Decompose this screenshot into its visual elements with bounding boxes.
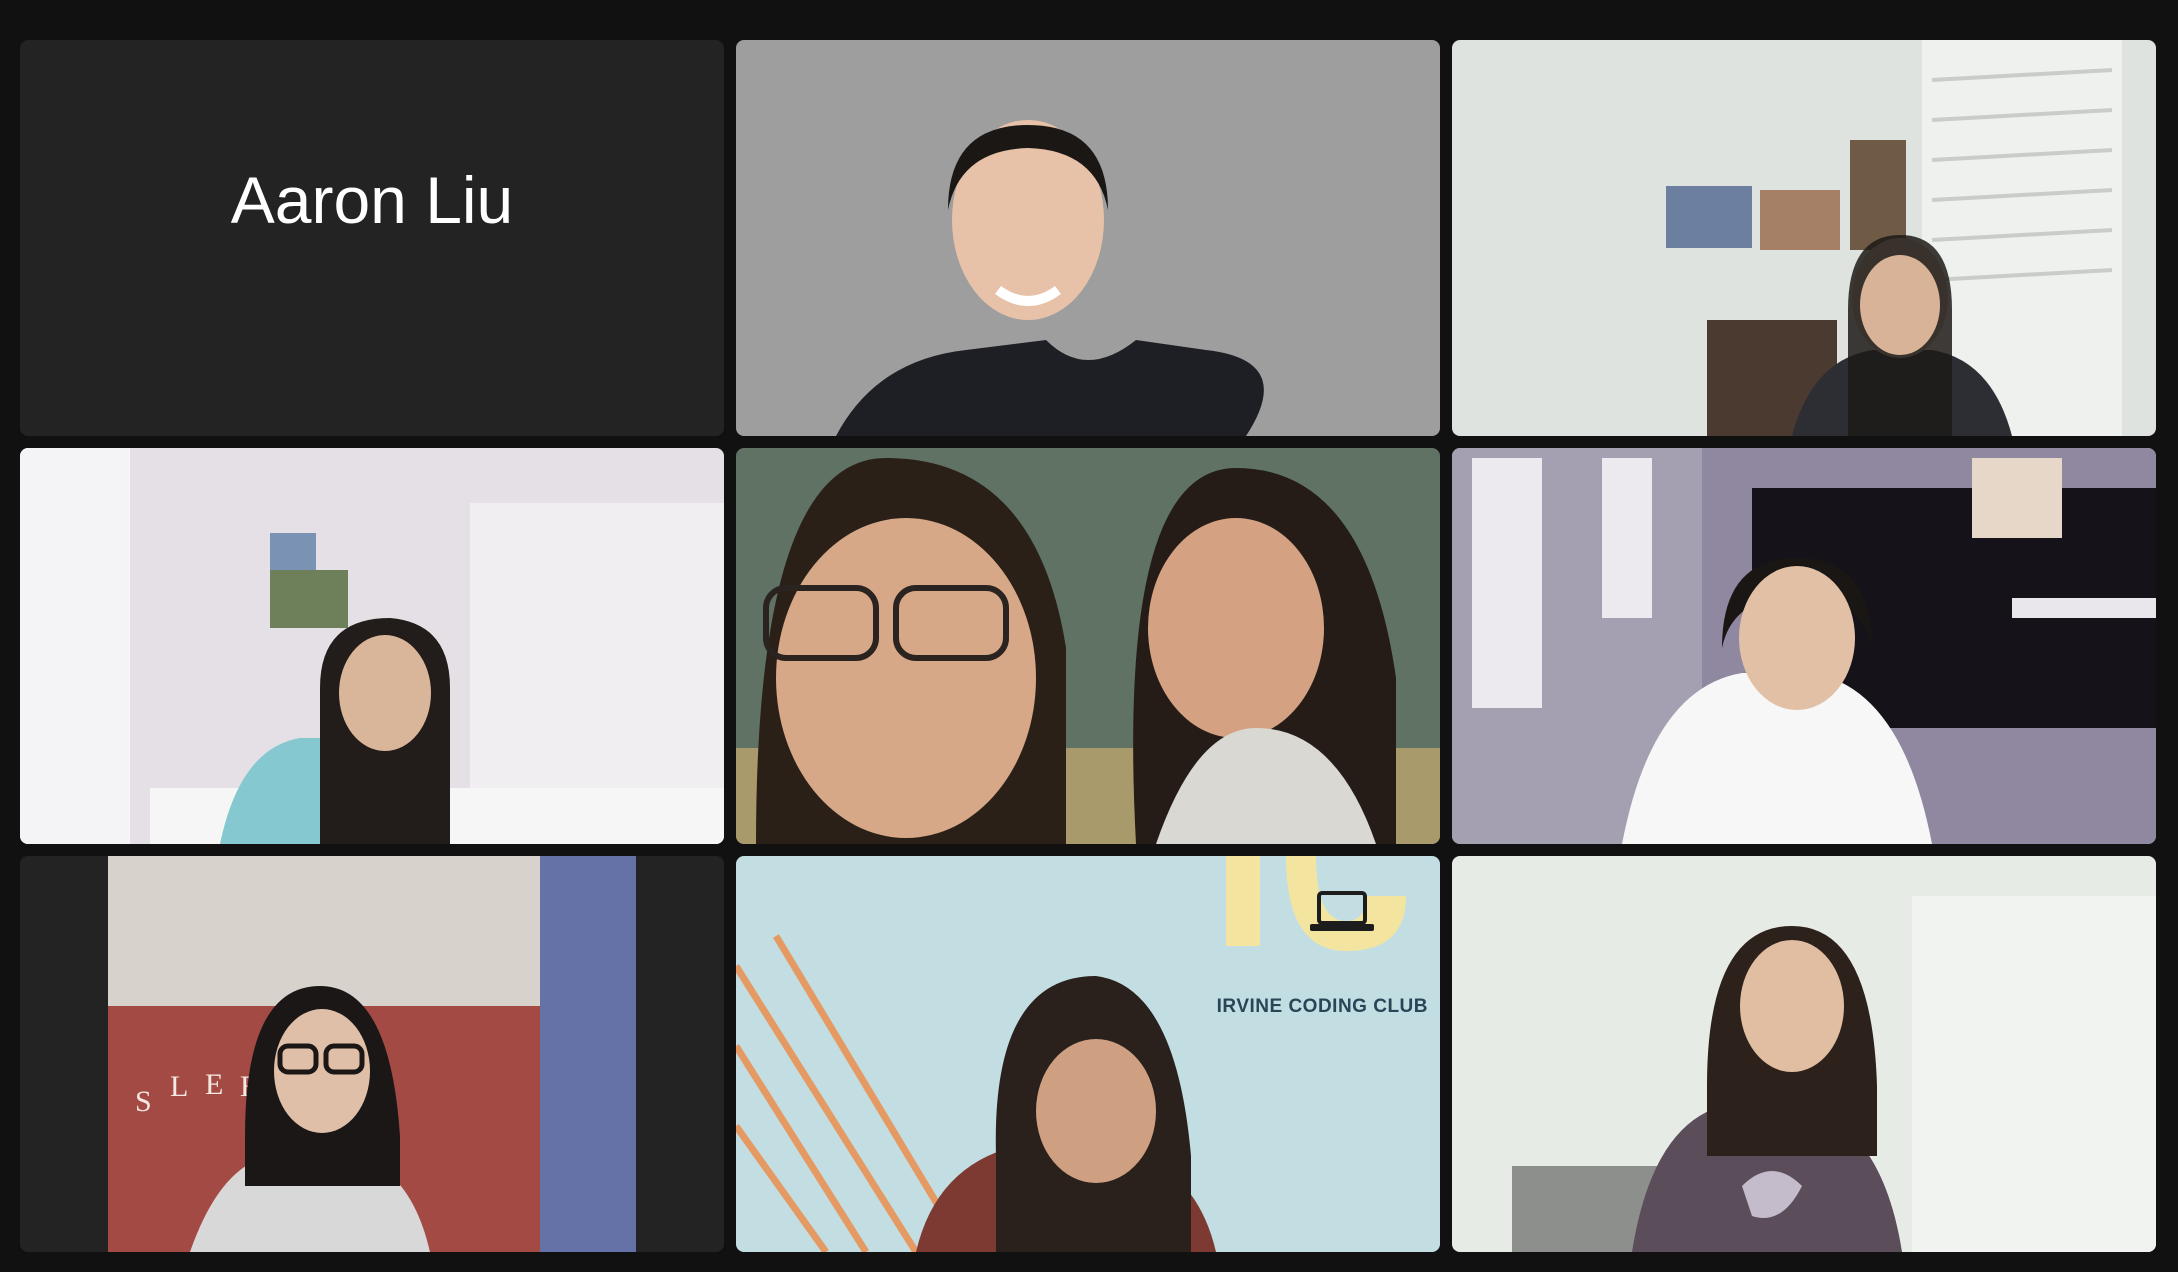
participant-video bbox=[1452, 40, 2156, 436]
svg-text:L: L bbox=[170, 1070, 188, 1103]
participant-video bbox=[736, 448, 1440, 844]
participant-tile-5[interactable] bbox=[736, 448, 1440, 844]
participant-video bbox=[20, 448, 724, 844]
participant-tile-7[interactable]: SLEE bbox=[20, 856, 724, 1252]
participant-video bbox=[736, 856, 1440, 1252]
participant-video bbox=[1452, 448, 2156, 844]
participant-video bbox=[736, 40, 1440, 436]
participant-tile-8[interactable]: IRVINE CODING CLUB bbox=[736, 856, 1440, 1252]
club-logo-text: IRVINE CODING CLUB bbox=[1216, 996, 1428, 1017]
participant-name: Aaron Liu bbox=[230, 163, 514, 237]
participant-tile-aaron-liu[interactable]: Aaron Liu bbox=[20, 40, 724, 436]
video-gallery: Aaron Liu S L E IRVINE CODING CLUB bbox=[20, 40, 2156, 1252]
participant-tile-2[interactable] bbox=[736, 40, 1440, 436]
svg-text:S: S bbox=[135, 1085, 152, 1118]
participant-tile-9[interactable] bbox=[1452, 856, 2156, 1252]
participant-video bbox=[1452, 856, 2156, 1252]
participant-tile-4[interactable] bbox=[20, 448, 724, 844]
participant-video: SLEE bbox=[20, 856, 724, 1252]
participant-tile-3[interactable] bbox=[1452, 40, 2156, 436]
participant-tile-6-active-speaker[interactable] bbox=[1452, 448, 2156, 844]
svg-text:E: E bbox=[205, 1068, 223, 1101]
